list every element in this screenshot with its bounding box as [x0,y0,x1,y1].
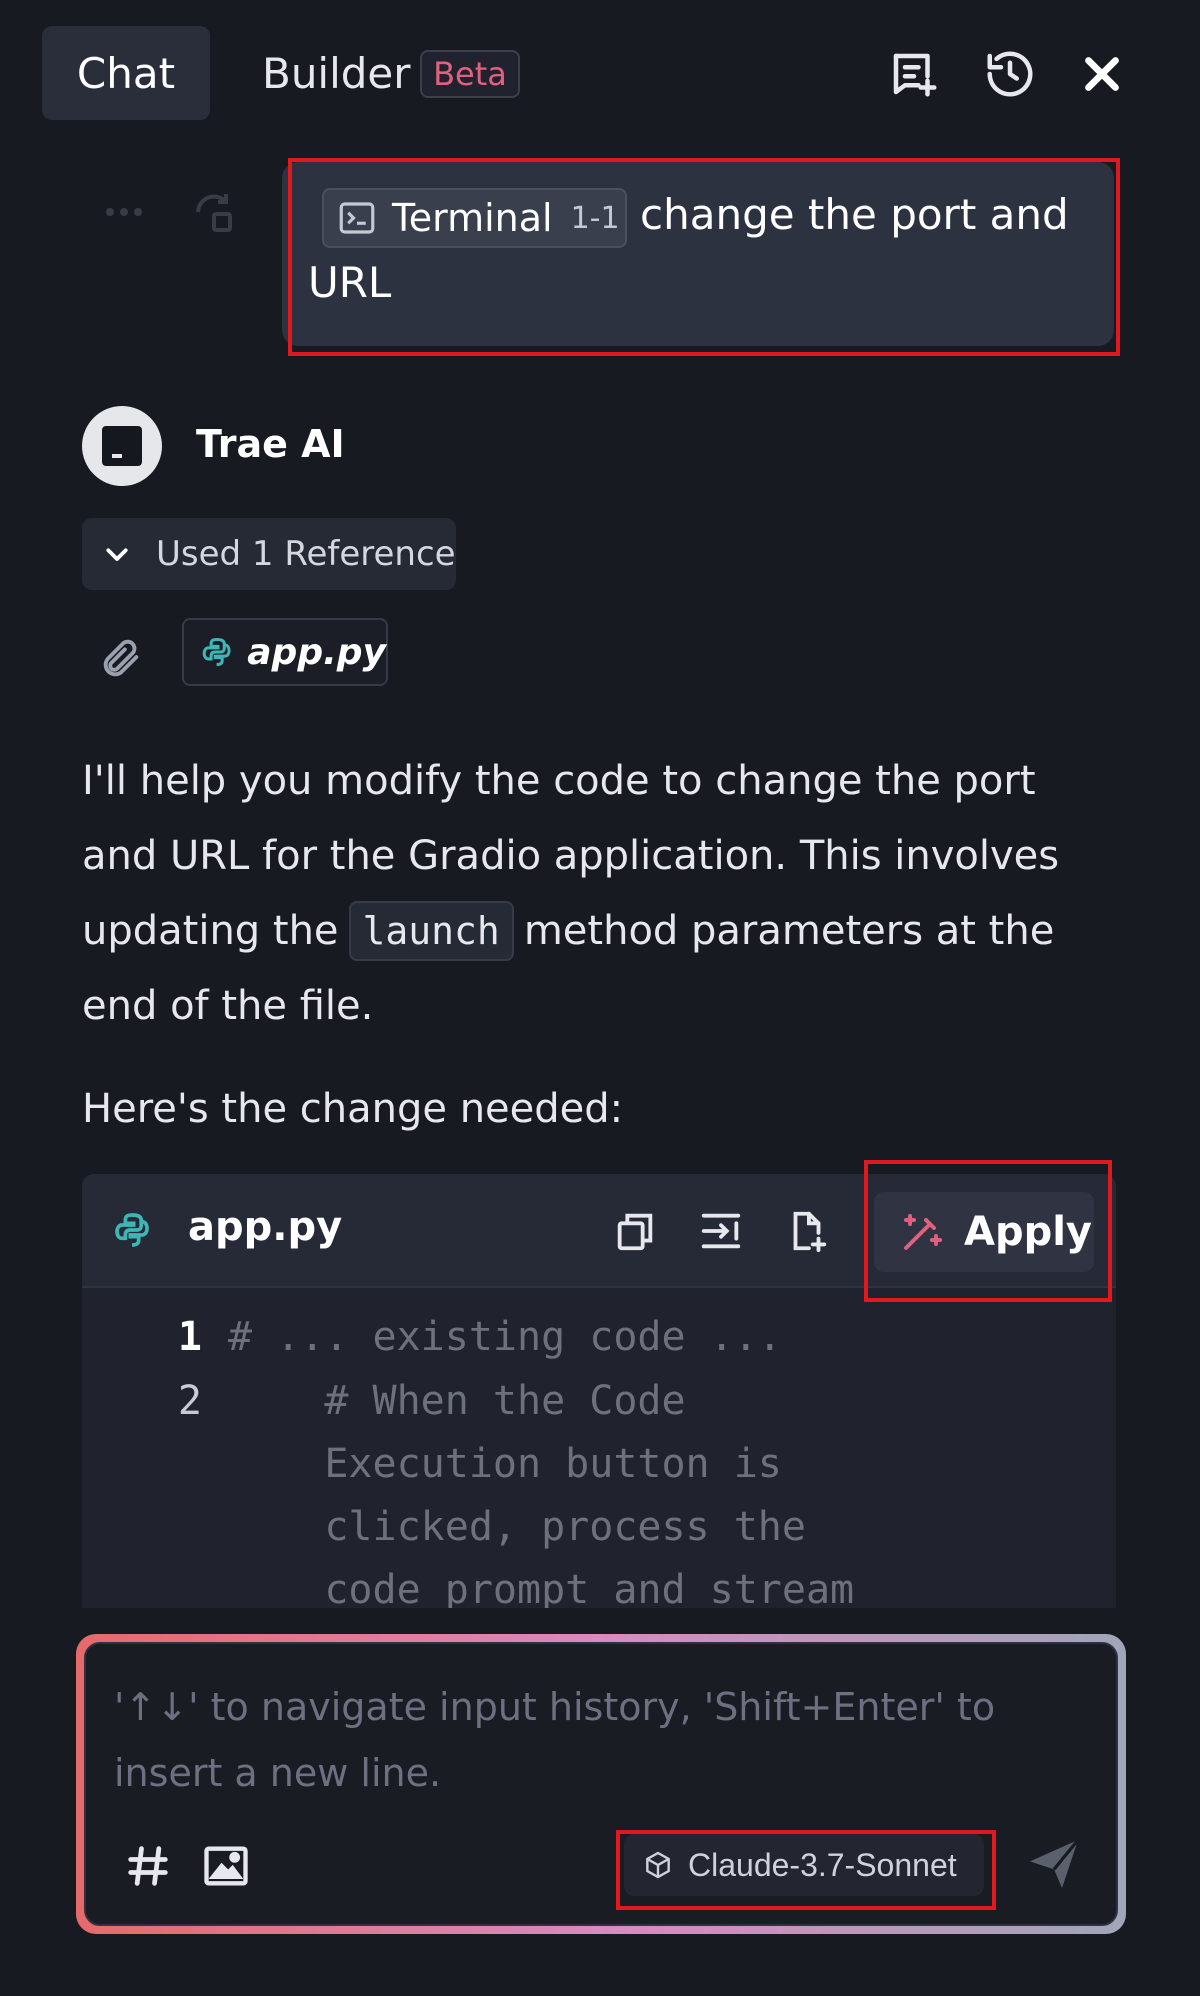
model-selector[interactable]: Claude-3.7-Sonnet [624,1834,984,1896]
new-file-icon[interactable] [784,1208,830,1254]
beta-badge: Beta [420,50,520,98]
line-number: 1 [177,1314,202,1360]
magic-wand-icon [904,1214,942,1250]
code-block: app.py Apply 1 # ... existing code ... 2 [82,1174,1116,1608]
code-block-header: app.py Apply [82,1174,1116,1288]
code-line: # ... existing code ... [228,1314,782,1360]
new-chat-icon[interactable] [884,44,944,104]
retry-icon[interactable] [190,188,238,236]
code-file-name: app.py [188,1204,343,1250]
more-icon[interactable] [100,188,148,236]
python-icon [202,638,231,666]
terminal-chip-label: Terminal [392,196,553,240]
chat-panel: Chat Builder Beta Terminal 1-1 change th… [0,0,1200,1996]
code-line: Execution button is [228,1441,782,1487]
chat-input-placeholder: '↑↓' to navigate input history, 'Shift+E… [114,1685,996,1795]
user-message-text: change the port and [640,190,1069,239]
insert-icon[interactable] [698,1208,744,1254]
history-icon[interactable] [980,44,1040,104]
apply-button-label: Apply [964,1209,1093,1255]
avatar [82,406,162,486]
inline-code: launch [348,901,514,961]
hash-icon[interactable] [122,1840,174,1892]
copy-icon[interactable] [612,1208,658,1254]
model-name: Claude-3.7-Sonnet [688,1846,957,1883]
reference-file-chip[interactable]: app.py [182,618,388,686]
code-line: clicked, process the [228,1504,806,1550]
apply-button[interactable]: Apply [874,1192,1094,1272]
send-icon[interactable] [1022,1832,1086,1896]
image-icon[interactable] [200,1840,252,1892]
assistant-name: Trae AI [196,422,345,466]
cube-icon [646,1851,670,1879]
terminal-reference-chip[interactable]: Terminal 1-1 [322,188,627,248]
references-toggle[interactable]: Used 1 Reference [82,518,456,590]
code-lines: 1 # ... existing code ... 2 # When the C… [82,1286,1116,1608]
chevron-down-icon [106,548,128,561]
terminal-chip-range: 1-1 [570,200,620,236]
close-icon[interactable] [1072,44,1132,104]
tab-builder[interactable]: Builder [262,26,411,120]
assistant-paragraph-1: I'll help you modify the code to change … [82,744,1122,1044]
tab-chat[interactable]: Chat [42,26,210,120]
assistant-paragraph-2: Here's the change needed: [82,1086,624,1132]
paperclip-icon [103,639,139,677]
reference-file-name: app.py [247,631,386,673]
terminal-icon [339,202,375,234]
line-number: 2 [177,1378,202,1424]
references-toggle-label: Used 1 Reference [156,534,456,574]
code-line: # When the Code [228,1378,686,1424]
python-icon [115,1213,149,1247]
code-line: code prompt and stream [228,1567,855,1608]
user-message-text-cont: URL [308,258,392,307]
